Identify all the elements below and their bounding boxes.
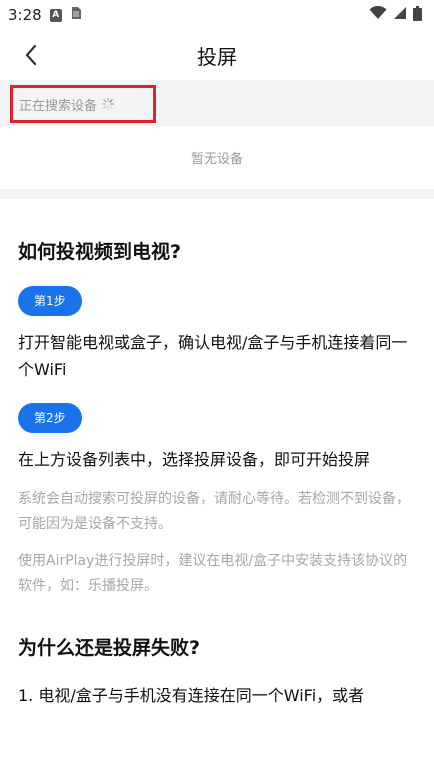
notification-app-icon: A [49,8,62,22]
step-2-text: 在上方设备列表中，选择投屏设备，即可开始投屏 [18,450,371,469]
searching-text: 正在搜索设备 [19,98,98,114]
wifi-icon [369,5,387,24]
top-app-bar: 投屏 [0,30,434,80]
cellular-signal-icon [393,6,407,24]
guide-heading: 如何投视频到电视? [18,241,182,263]
help-content: 如何投视频到电视? 第1步 打开智能电视或盒子，确认电视/盒子与手机连接着同一个… [0,237,434,709]
back-button[interactable] [18,42,44,68]
search-status-bar: 正在搜索设备 [0,80,434,126]
loading-spinner-icon [101,97,115,111]
step-1-badge: 第1步 [18,286,82,316]
status-left: 3:28 A [8,6,82,24]
battery-icon [413,5,422,25]
faq-heading: 为什么还是投屏失败? [18,637,201,659]
status-bar: 3:28 A [0,0,434,30]
chevron-left-icon [25,44,37,66]
notification-sim-icon [70,6,82,24]
empty-device-text: 暂无设备 [190,152,243,167]
step-2-badge: 第2步 [18,403,82,433]
device-list: 暂无设备 [0,126,434,189]
searching-devices-indicator: 正在搜索设备 [10,85,156,123]
faq-item: 1. 电视/盒子与手机没有连接在同一个WiFi，或者 [18,686,365,705]
section-divider [0,189,434,199]
page-title: 投屏 [197,44,237,69]
hint-auto-search: 系统会自动搜索可投屏的设备，请耐心等待。若检测不到设备，可能因为是设备不支持。 [18,491,410,532]
status-right [369,5,422,25]
step-1-text: 打开智能电视或盒子，确认电视/盒子与手机连接着同一个WiFi [18,333,408,379]
hint-airplay: 使用AirPlay进行投屏时，建议在电视/盒子中安装支持该协议的软件，如：乐播投… [18,553,408,594]
status-time: 3:28 [8,6,42,24]
